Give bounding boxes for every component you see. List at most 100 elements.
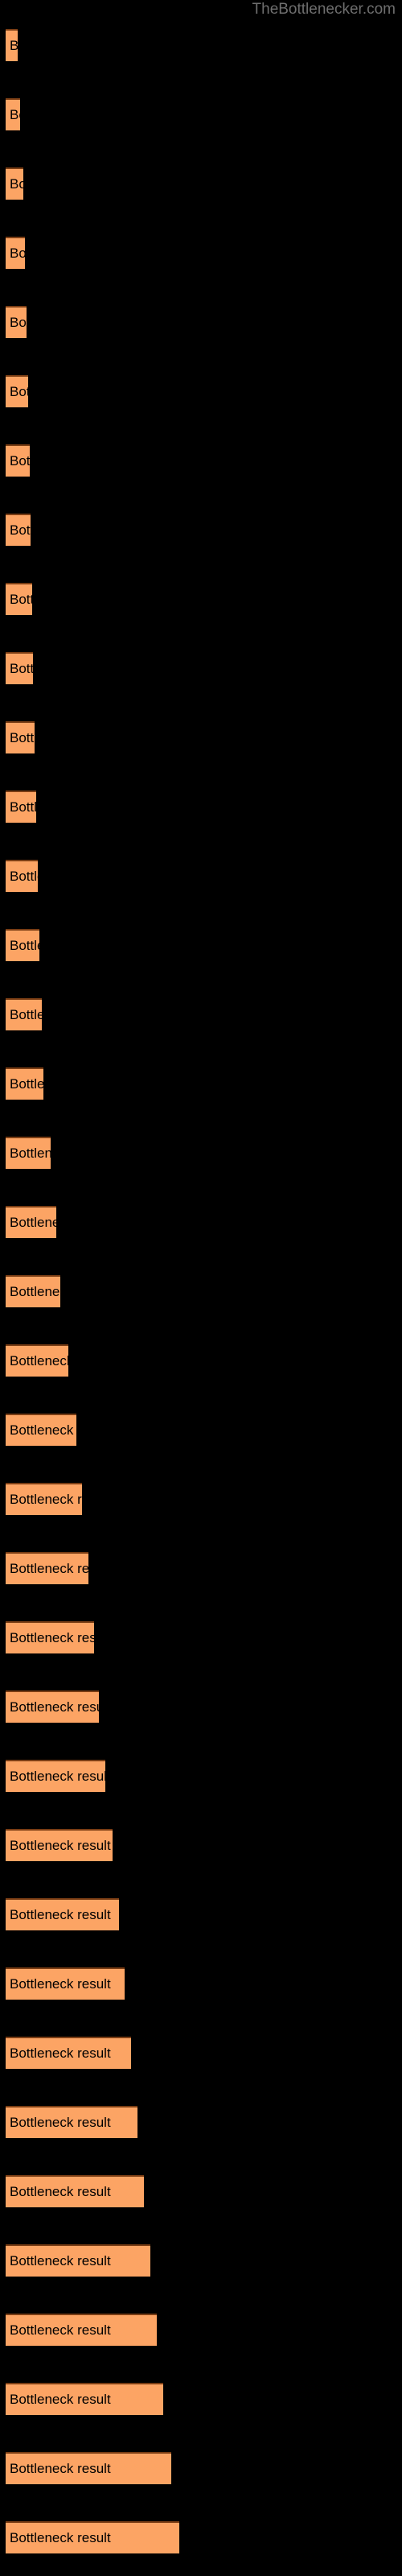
bar-row: Bottleneck result [0,1621,402,1653]
bar[interactable]: Bottleneck result [6,29,18,61]
bar[interactable]: Bottleneck result [6,167,23,200]
bar-label: Bottleneck result [10,2253,111,2268]
bar-row: Bottleneck result [0,860,402,892]
bar-row: Bottleneck result [0,1067,402,1100]
bar[interactable]: Bottleneck result [6,98,20,130]
bar[interactable]: Bottleneck result [6,998,42,1030]
bar[interactable]: Bottleneck result [6,1206,56,1238]
bar[interactable]: Bottleneck result [6,1690,99,1723]
bar[interactable]: Bottleneck result [6,791,36,823]
bar-label: Bottleneck result [10,799,36,815]
bar-label: Bottleneck result [10,315,27,330]
bar-label: Bottleneck result [10,1630,94,1645]
bar[interactable]: Bottleneck result [6,2244,150,2277]
bar-label: Bottleneck result [10,1769,105,1784]
bar-label: Bottleneck result [10,869,38,884]
bar[interactable]: Bottleneck result [6,1275,60,1307]
bar-row: Bottleneck result [0,2521,402,2553]
bar[interactable]: Bottleneck result [6,2452,171,2484]
bar-row: Bottleneck result [0,98,402,130]
bar[interactable]: Bottleneck result [6,860,38,892]
bar[interactable]: Bottleneck result [6,1760,105,1792]
bar[interactable]: Bottleneck result [6,1621,94,1653]
bar-row: Bottleneck result [0,1137,402,1169]
bar-label: Bottleneck result [10,1492,82,1507]
bar-label: Bottleneck result [10,1353,68,1368]
bar-row: Bottleneck result [0,583,402,615]
bar[interactable]: Bottleneck result [6,721,35,753]
bar-label: Bottleneck result [10,1076,43,1092]
bar[interactable]: Bottleneck result [6,1829,113,1861]
bar[interactable]: Bottleneck result [6,1552,88,1584]
bar-label: Bottleneck result [10,1215,56,1230]
bar[interactable]: Bottleneck result [6,2175,144,2207]
bar[interactable]: Bottleneck result [6,652,33,684]
bar-label: Bottleneck result [10,1838,111,1853]
bar[interactable]: Bottleneck result [6,929,39,961]
bar[interactable]: Bottleneck result [6,1344,68,1377]
bar-row: Bottleneck result [0,2452,402,2484]
bar-label: Bottleneck result [10,522,31,538]
bar-label: Bottleneck result [10,730,35,745]
bar-row: Bottleneck result [0,1760,402,1792]
bar[interactable]: Bottleneck result [6,444,30,477]
bar[interactable]: Bottleneck result [6,2037,131,2069]
bar[interactable]: Bottleneck result [6,1414,76,1446]
bar-label: Bottleneck result [10,2530,111,2545]
bar-row: Bottleneck result [0,1414,402,1446]
bar-row: Bottleneck result [0,237,402,269]
bar-row: Bottleneck result [0,1206,402,1238]
bar[interactable]: Bottleneck result [6,1967,125,2000]
bar-row: Bottleneck result [0,2175,402,2207]
bar-row: Bottleneck result [0,2383,402,2415]
bar[interactable]: Bottleneck result [6,237,25,269]
bottleneck-bar-chart: TheBottlenecker.com Bottleneck resultBot… [0,0,402,2576]
bar-label: Bottleneck result [10,1907,111,1922]
bar-row: Bottleneck result [0,1898,402,1930]
bar[interactable]: Bottleneck result [6,1483,82,1515]
bar-row: Bottleneck result [0,2037,402,2069]
bar-row: Bottleneck result [0,1967,402,2000]
bar-label: Bottleneck result [10,2322,111,2338]
bar-row: Bottleneck result [0,1275,402,1307]
bar-label: Bottleneck result [10,107,20,122]
bar[interactable]: Bottleneck result [6,306,27,338]
bar[interactable]: Bottleneck result [6,583,32,615]
bar[interactable]: Bottleneck result [6,2106,137,2138]
bar-row: Bottleneck result [0,1483,402,1515]
bar-label: Bottleneck result [10,2461,111,2476]
bar-label: Bottleneck result [10,938,39,953]
bar-label: Bottleneck result [10,246,25,261]
bar-label: Bottleneck result [10,453,30,469]
bar-row: Bottleneck result [0,514,402,546]
bar-label: Bottleneck result [10,661,33,676]
bar[interactable]: Bottleneck result [6,2314,157,2346]
bar-label: Bottleneck result [10,1699,99,1715]
bar-row: Bottleneck result [0,791,402,823]
bar-row: Bottleneck result [0,721,402,753]
chart-plot-area: Bottleneck result Bottleneck result Bottle… [0,0,402,2576]
bar-row: Bottleneck result [0,1829,402,1861]
bar-label: Bottleneck result [10,592,32,607]
bar[interactable]: Bottleneck result [6,2383,163,2415]
bar-row: Bottleneck result [0,167,402,200]
bar-label: Bottleneck result [10,1284,60,1299]
bar-row: Bottleneck result [0,652,402,684]
bar[interactable]: Bottleneck result [6,2521,179,2553]
bar[interactable]: Bottleneck result [6,1067,43,1100]
bar[interactable]: Bottleneck result [6,1898,119,1930]
bar-label: Bottleneck result [10,384,28,399]
bar[interactable]: Bottleneck result [6,1137,51,1169]
bar-row: Bottleneck result [0,375,402,407]
bar[interactable]: Bottleneck result [6,375,28,407]
bar-label: Bottleneck result [10,2184,111,2199]
bar-row: Bottleneck result [0,306,402,338]
bar[interactable]: Bottleneck result [6,514,31,546]
bar-row: Bottleneck result [0,2314,402,2346]
bar-label: Bottleneck result [10,176,23,192]
bar-row: Bottleneck result [0,1552,402,1584]
bar-label: Bottleneck result [10,38,18,54]
bar-row: Bottleneck result [0,2106,402,2138]
bar-label: Bottleneck result [10,1422,76,1438]
bar-label: Bottleneck result [10,1007,42,1022]
